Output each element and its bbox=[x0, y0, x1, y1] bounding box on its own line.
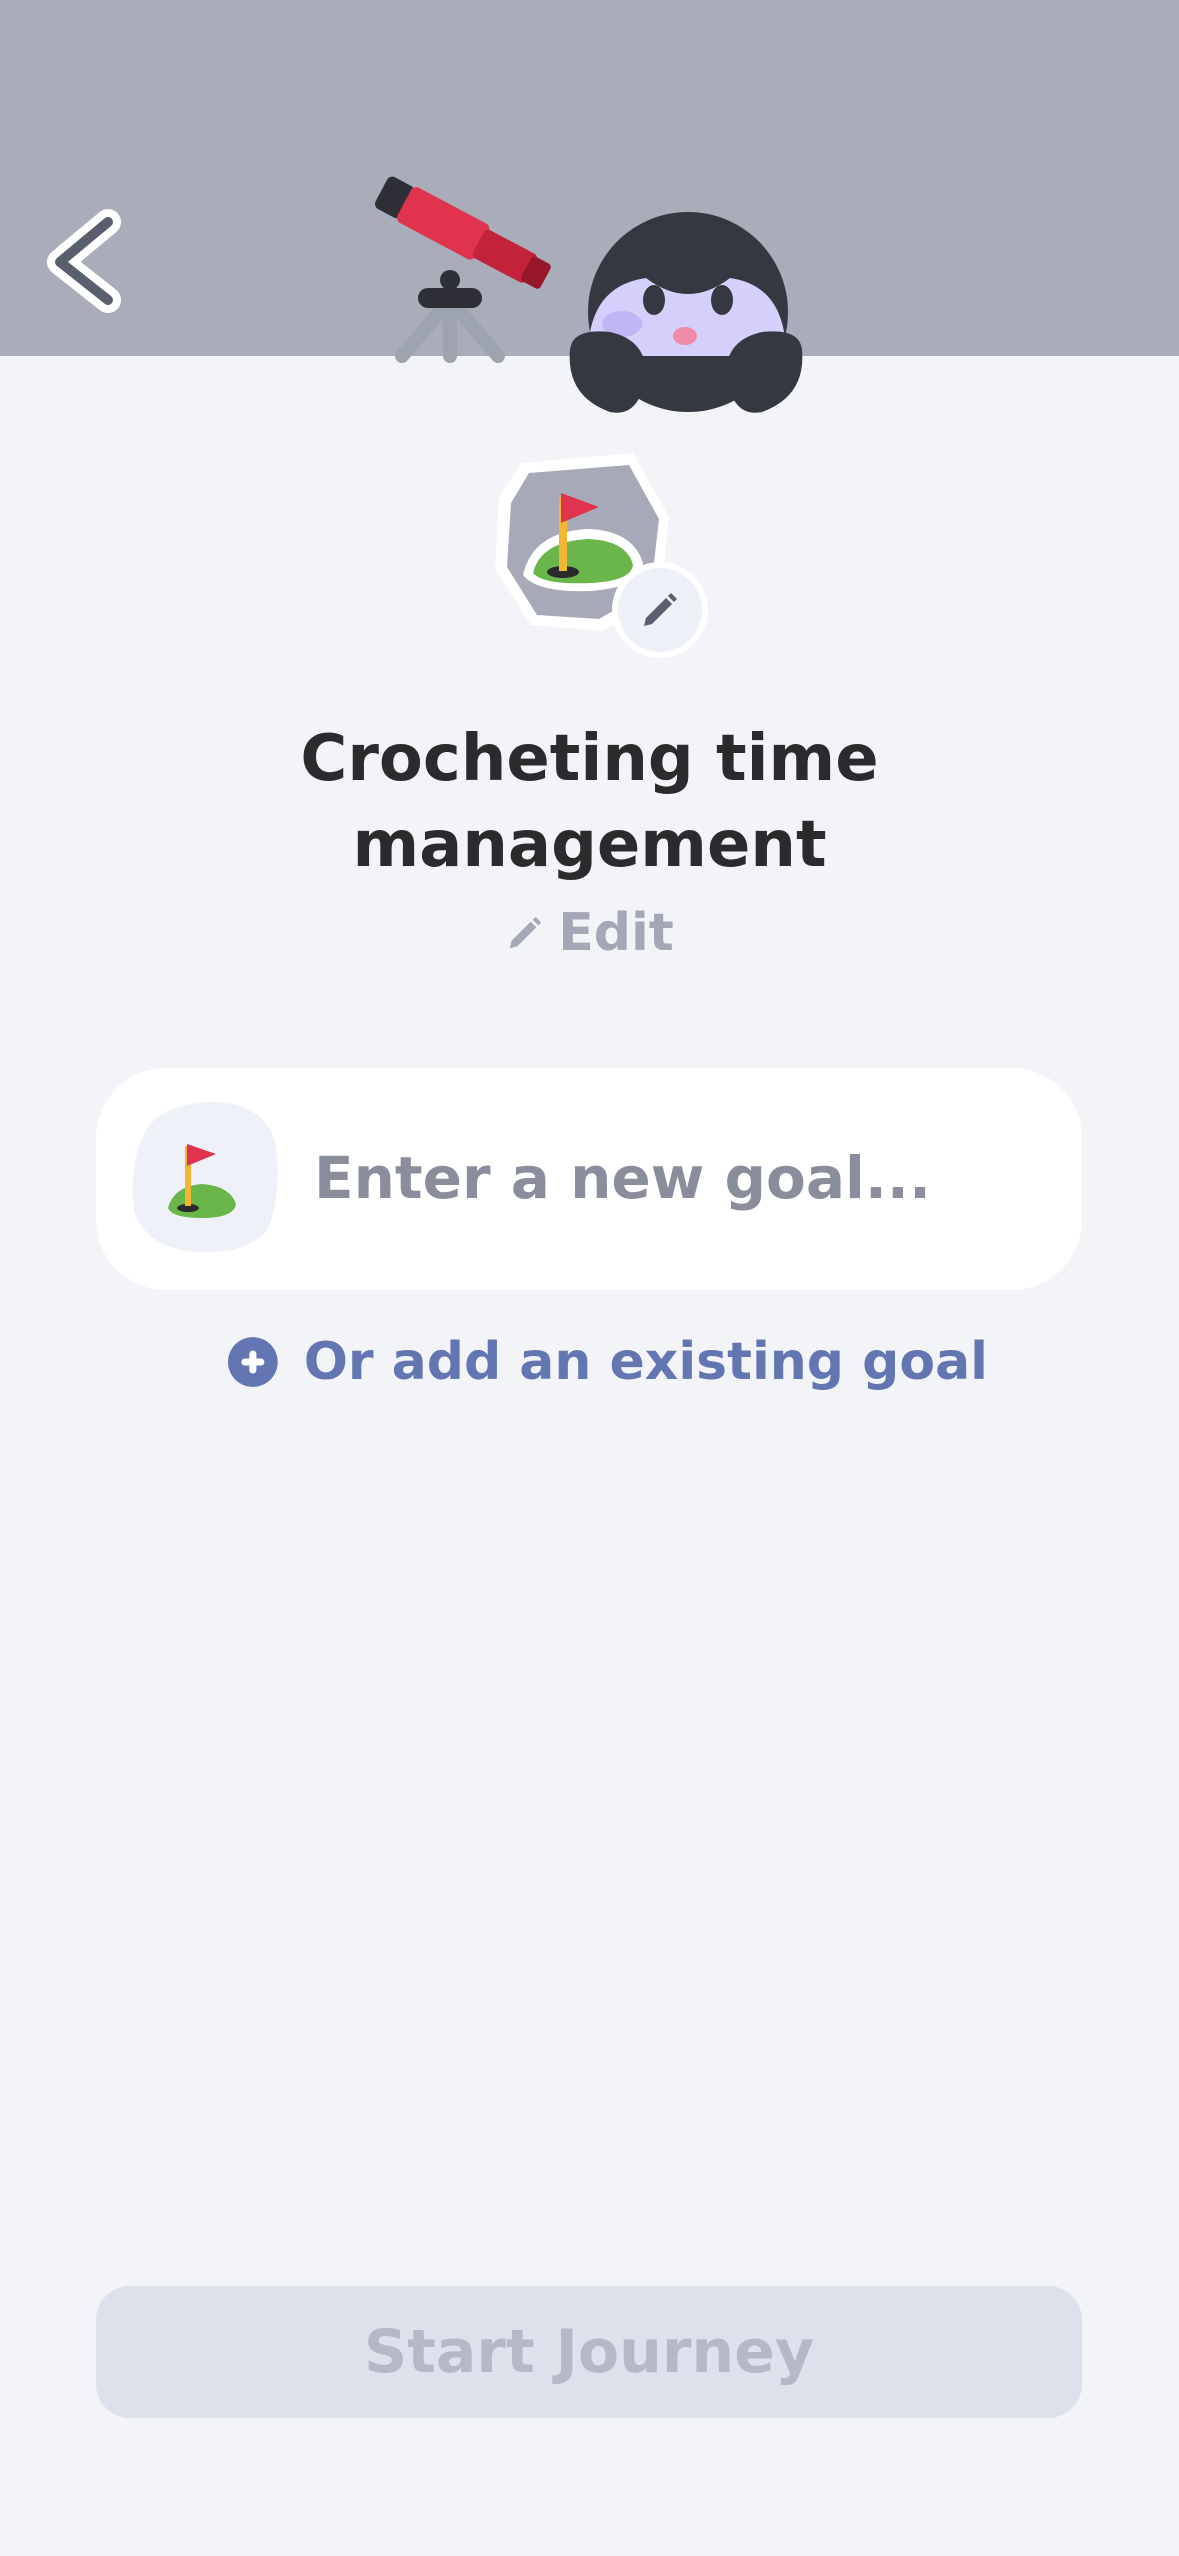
pencil-icon bbox=[644, 593, 677, 626]
edit-title-link[interactable]: Edit bbox=[480, 898, 700, 968]
new-goal-input[interactable] bbox=[314, 1108, 1054, 1248]
page-title: Crocheting time management bbox=[300, 722, 879, 882]
add-existing-goal-button[interactable]: Or add an existing goal bbox=[228, 1322, 988, 1402]
telescope-icon bbox=[375, 176, 551, 363]
goal-emoji-picker[interactable] bbox=[126, 1100, 280, 1256]
back-button[interactable] bbox=[30, 200, 150, 320]
plus-circle-icon bbox=[228, 1337, 278, 1387]
edit-link-label: Edit bbox=[558, 903, 674, 963]
pencil-icon bbox=[510, 916, 542, 949]
new-goal-card[interactable] bbox=[96, 1068, 1082, 1290]
chevron-left-icon bbox=[47, 209, 121, 313]
start-journey-button[interactable]: Start Journey bbox=[96, 2286, 1082, 2418]
penguin-icon bbox=[569, 212, 803, 413]
edit-icon-button[interactable] bbox=[612, 562, 708, 658]
penguin-telescope-illustration bbox=[375, 176, 803, 413]
add-existing-goal-label: Or add an existing goal bbox=[303, 1332, 988, 1392]
